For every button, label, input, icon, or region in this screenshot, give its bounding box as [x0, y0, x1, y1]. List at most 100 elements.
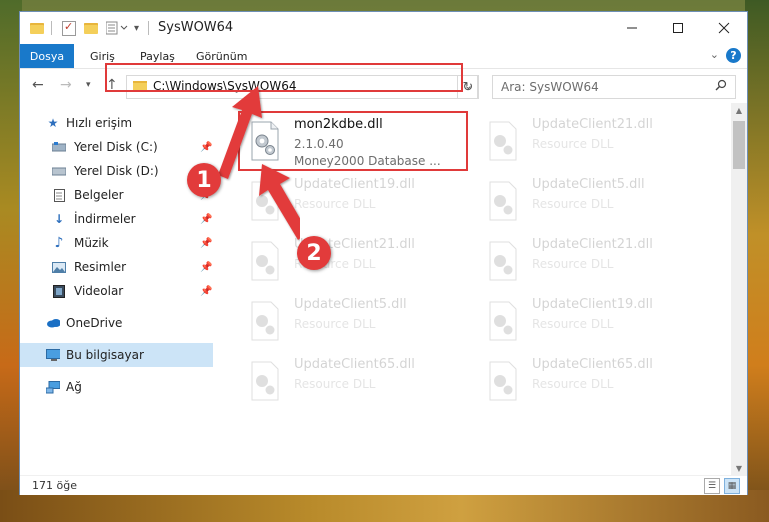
new-folder-icon[interactable] — [84, 19, 98, 37]
list-item[interactable]: mon2kdbe.dll 2.1.0.40 Money2000 Database… — [244, 115, 464, 171]
sidebar-item-local-disk-c[interactable]: Yerel Disk (C:) 📌 — [20, 135, 213, 159]
sidebar-item-label: Yerel Disk (D:) — [74, 164, 159, 178]
dll-file-icon — [489, 361, 517, 401]
list-item[interactable]: UpdateClient5.dll Resource DLL — [482, 175, 702, 231]
customize-toolbar-icon[interactable] — [106, 19, 128, 37]
file-name: UpdateClient19.dll — [294, 177, 415, 192]
close-button[interactable] — [701, 12, 747, 44]
tab-home[interactable]: Giriş — [90, 44, 115, 68]
sidebar-item-quick-access[interactable]: ★ Hızlı erişim — [20, 111, 213, 135]
sidebar-item-documents[interactable]: Belgeler 📌 — [20, 183, 213, 207]
desktop-background — [745, 0, 769, 522]
list-item[interactable]: UpdateClient5.dll Resource DLL — [244, 295, 464, 351]
sidebar-item-label: Resimler — [74, 260, 127, 274]
step-badge-1: 1 — [187, 163, 221, 197]
network-icon — [46, 380, 60, 394]
back-arrow-icon[interactable]: ← — [32, 77, 44, 93]
dll-file-icon — [489, 301, 517, 341]
navigation-pane: ★ Hızlı erişim Yerel Disk (C:) 📌 Yerel D… — [20, 103, 213, 475]
list-item[interactable]: UpdateClient65.dll Resource DLL — [244, 355, 464, 411]
scroll-up-icon[interactable]: ▲ — [731, 103, 747, 117]
tab-view[interactable]: Görünüm — [196, 44, 247, 68]
item-count: 171 öğe — [32, 479, 77, 492]
status-bar: 171 öğe ☰ ▦ — [20, 475, 747, 495]
folder-icon — [133, 81, 147, 92]
file-name: mon2kdbe.dll — [294, 117, 383, 132]
step-badge-2: 2 — [297, 236, 331, 270]
file-description: Resource DLL — [532, 257, 614, 271]
file-version: 2.1.0.40 — [294, 137, 344, 151]
sidebar-item-onedrive[interactable]: OneDrive — [20, 311, 213, 335]
pin-icon[interactable]: 📌 — [200, 238, 212, 249]
tab-file[interactable]: Dosya — [20, 44, 74, 68]
sidebar-item-videos[interactable]: Videolar 📌 — [20, 279, 213, 303]
file-description: Resource DLL — [532, 377, 614, 391]
sidebar-item-network[interactable]: Ağ — [20, 375, 213, 399]
sidebar-item-label: İndirmeler — [74, 212, 136, 226]
file-description: Resource DLL — [532, 197, 614, 211]
details-view-icon[interactable]: ☰ — [704, 478, 720, 494]
sidebar-item-local-disk-d[interactable]: Yerel Disk (D:) 📌 — [20, 159, 213, 183]
file-description: Resource DLL — [294, 377, 376, 391]
tab-share[interactable]: Paylaş — [140, 44, 175, 68]
pin-icon[interactable]: 📌 — [200, 262, 212, 273]
file-description: Resource DLL — [532, 317, 614, 331]
quick-access-dropdown-icon[interactable]: ▾ — [134, 19, 139, 37]
properties-icon[interactable] — [62, 19, 76, 37]
pin-icon[interactable]: 📌 — [200, 214, 212, 225]
sidebar-item-label: Ağ — [66, 380, 82, 394]
sidebar-item-label: Müzik — [74, 236, 109, 250]
file-name: UpdateClient21.dll — [532, 117, 653, 132]
sidebar-item-label: Hızlı erişim — [66, 116, 133, 130]
recent-locations-icon[interactable]: ▾ — [86, 80, 91, 90]
window-title: SysWOW64 — [158, 20, 234, 35]
file-name: UpdateClient21.dll — [532, 237, 653, 252]
dll-file-icon — [251, 241, 279, 281]
sidebar-item-label: Yerel Disk (C:) — [74, 140, 158, 154]
large-icons-view-icon[interactable]: ▦ — [724, 478, 740, 494]
scrollbar-thumb[interactable] — [733, 121, 745, 169]
maximize-button[interactable] — [655, 12, 701, 44]
list-item[interactable]: UpdateClient65.dll Resource DLL — [482, 355, 702, 411]
list-item[interactable]: UpdateClient19.dll Resource DLL — [244, 175, 464, 231]
list-item[interactable]: UpdateClient21.dll Resource DLL — [482, 115, 702, 171]
sidebar-item-pictures[interactable]: Resimler 📌 — [20, 255, 213, 279]
dll-file-icon — [251, 361, 279, 401]
list-item[interactable]: UpdateClient21.dll Resource DLL — [482, 235, 702, 291]
file-description: Resource DLL — [532, 137, 614, 151]
download-icon: ↓ — [53, 212, 65, 226]
sidebar-item-downloads[interactable]: ↓ İndirmeler 📌 — [20, 207, 213, 231]
expand-ribbon-icon[interactable]: ⌄ — [710, 48, 719, 61]
scroll-down-icon[interactable]: ▼ — [731, 461, 747, 475]
dll-file-icon — [251, 301, 279, 341]
address-path[interactable]: C:\Windows\SysWOW64 — [153, 79, 297, 93]
vertical-scrollbar[interactable]: ▲ ▼ — [731, 103, 747, 475]
address-bar[interactable]: C:\Windows\SysWOW64 ⌄ — [126, 75, 478, 99]
cloud-icon — [46, 316, 60, 330]
help-icon[interactable]: ? — [726, 48, 741, 63]
explorer-window: ▾ SysWOW64 Dosya Giriş Paylaş Görünüm ⌄ … — [20, 12, 747, 495]
minimize-button[interactable] — [609, 12, 655, 44]
up-arrow-icon[interactable]: ↑ — [106, 77, 118, 93]
search-placeholder: Ara: SysWOW64 — [501, 80, 599, 94]
sidebar-item-label: Videolar — [74, 284, 124, 298]
pictures-icon — [52, 260, 66, 274]
file-name: UpdateClient19.dll — [532, 297, 653, 312]
star-icon: ★ — [47, 116, 59, 130]
sidebar-item-this-pc[interactable]: Bu bilgisayar — [20, 343, 213, 367]
refresh-button[interactable]: ↻ — [457, 75, 479, 99]
search-input[interactable]: Ara: SysWOW64 — [492, 75, 736, 99]
folder-icon — [30, 19, 44, 37]
file-list: mon2kdbe.dll 2.1.0.40 Money2000 Database… — [230, 103, 730, 475]
list-item[interactable]: UpdateClient19.dll Resource DLL — [482, 295, 702, 351]
drive-icon — [52, 140, 66, 154]
pin-icon[interactable]: 📌 — [200, 142, 212, 153]
forward-arrow-icon[interactable]: → — [60, 77, 72, 93]
dll-file-icon — [489, 121, 517, 161]
dll-file-icon — [489, 241, 517, 281]
list-item[interactable]: UpdateClient21.dll Resource DLL — [244, 235, 464, 291]
documents-icon — [52, 188, 66, 202]
pin-icon[interactable]: 📌 — [200, 286, 212, 297]
sidebar-item-music[interactable]: ♪ Müzik 📌 — [20, 231, 213, 255]
navigation-bar: ← → ▾ ↑ C:\Windows\SysWOW64 ⌄ ↻ Ara: Sys… — [20, 69, 747, 103]
